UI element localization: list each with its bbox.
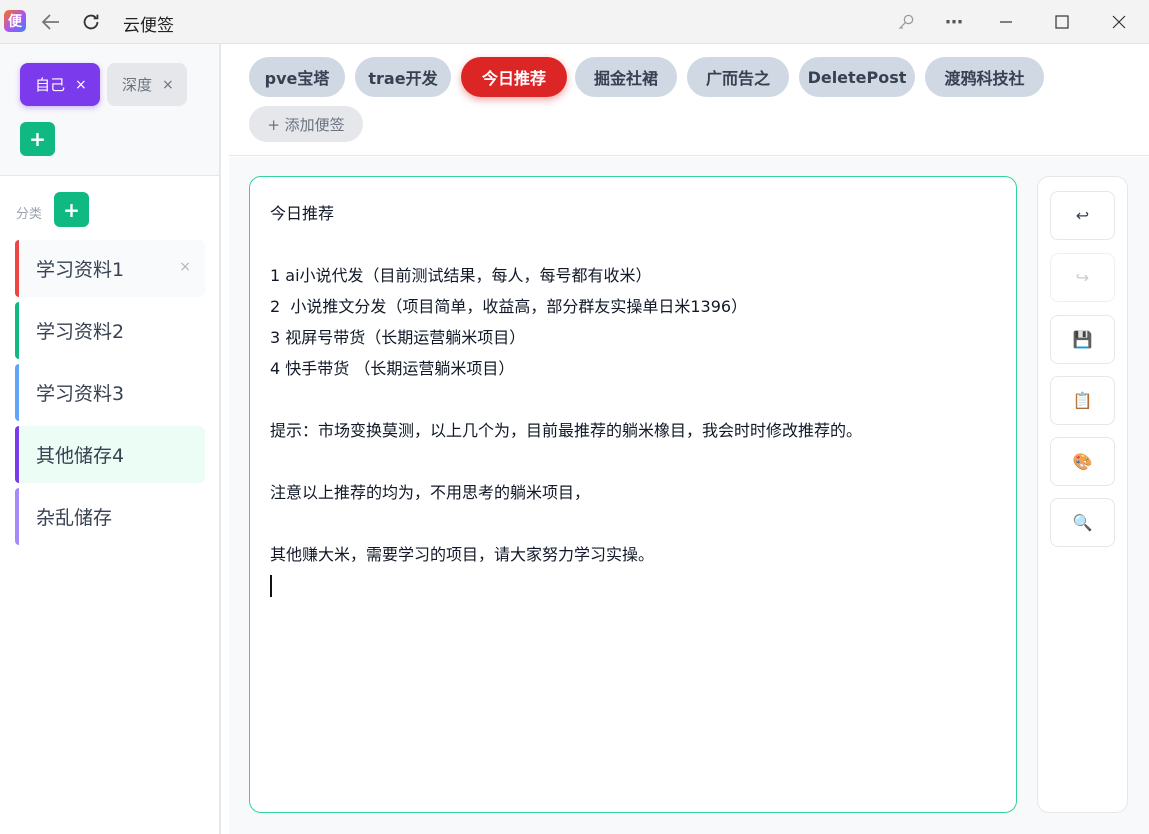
editor-toolbar: ↩ ↪ 💾 📋 🎨 🔍 xyxy=(1037,176,1128,813)
workspace-tab-self[interactable]: 自己 × xyxy=(20,63,100,106)
key-icon xyxy=(898,14,914,30)
category-color-bar xyxy=(15,302,19,359)
color-button[interactable]: 🎨 xyxy=(1050,437,1115,486)
note-editor[interactable]: 今日推荐 1 ai小说代发（目前测试结果，每人，每号都有收米） 2 小说推文分发（项… xyxy=(249,176,1017,813)
editor-line: 2 小说推文分发（项目简单，收益高，部分群友实操单日米1396） xyxy=(270,297,748,316)
workspace-tab-label: 深度 xyxy=(122,76,153,94)
note-tab-pve[interactable]: pve宝塔 xyxy=(249,57,345,97)
sidebar: 自己 × 深度 × + 分类 + 学习资料1 × 学习资料2 学习资料3 其他储… xyxy=(0,44,221,834)
title-bar: 便 云便签 ⋯ xyxy=(0,0,1149,44)
category-item-3[interactable]: 学习资料3 xyxy=(15,364,205,421)
palette-icon: 🎨 xyxy=(1072,452,1093,471)
note-tab-trae[interactable]: trae开发 xyxy=(355,57,451,97)
redo-button[interactable]: ↪ xyxy=(1050,253,1115,302)
arrow-left-icon xyxy=(41,14,59,30)
editor-line: 1 ai小说代发（目前测试结果，每人，每号都有收米） xyxy=(270,266,652,285)
more-icon: ⋯ xyxy=(945,11,963,33)
minimize-button[interactable] xyxy=(978,0,1034,44)
workspace-tab-deep[interactable]: 深度 × xyxy=(107,63,187,106)
note-tab-deletepost[interactable]: DeletePost xyxy=(799,57,915,97)
editor-line: 注意以上推荐的均为，不用思考的躺米项目， xyxy=(270,483,591,502)
editor-line: 4 快手带货 （长期运营躺米项目） xyxy=(270,359,515,378)
note-tabs-area: pve宝塔 trae开发 今日推荐 掘金社裙 广而告之 DeletePost 渡… xyxy=(229,44,1149,156)
category-label: 其他储存4 xyxy=(36,445,125,467)
category-label: 学习资料2 xyxy=(36,321,125,343)
category-color-bar xyxy=(15,240,19,297)
add-workspace-button[interactable]: + xyxy=(20,122,55,156)
category-item-2[interactable]: 学习资料2 xyxy=(15,302,205,359)
maximize-button[interactable] xyxy=(1034,0,1090,44)
maximize-icon xyxy=(1055,15,1069,29)
more-button[interactable]: ⋯ xyxy=(941,9,967,35)
close-window-button[interactable] xyxy=(1091,0,1147,44)
editor-line: 提示：市场变换莫测，以上几个为，目前最推荐的躺米橡目，我会时时修改推荐的。 xyxy=(270,421,863,440)
caret xyxy=(270,575,272,597)
category-color-bar xyxy=(15,426,19,483)
category-label: 杂乱储存 xyxy=(36,507,113,529)
workspace-area: 自己 × 深度 × + xyxy=(0,44,219,176)
category-label: 学习资料3 xyxy=(36,383,125,405)
back-button[interactable] xyxy=(38,9,64,35)
undo-button[interactable]: ↩ xyxy=(1050,191,1115,240)
search-icon: 🔍 xyxy=(1072,513,1093,532)
category-item-4-active[interactable]: 其他储存4 xyxy=(15,426,205,483)
editor-line: 今日推荐 xyxy=(270,204,335,223)
editor-line: 其他赚大米，需要学习的项目，请大家努力学习实操。 xyxy=(270,545,655,564)
category-item-5[interactable]: 杂乱储存 xyxy=(15,488,205,545)
window-title: 云便签 xyxy=(123,16,174,36)
workspace-close-icon[interactable]: × xyxy=(162,77,174,93)
add-category-button[interactable]: + xyxy=(54,192,89,227)
note-tab-juejin[interactable]: 掘金社裙 xyxy=(575,57,677,97)
editor-line: 3 视屏号带货（长期运营躺米项目） xyxy=(270,328,526,347)
app-logo: 便 xyxy=(4,10,26,32)
content-area: 今日推荐 1 ai小说代发（目前测试结果，每人，每号都有收米） 2 小说推文分发（项… xyxy=(229,157,1149,834)
undo-icon: ↩ xyxy=(1075,206,1090,225)
add-note-button[interactable]: + 添加便签 xyxy=(249,106,363,142)
note-tab-duya[interactable]: 渡鸦科技社 xyxy=(925,57,1044,97)
workspace-close-icon[interactable]: × xyxy=(75,77,87,93)
text-cursor xyxy=(270,575,996,606)
category-header: 分类 xyxy=(16,207,43,222)
clipboard-icon: 📋 xyxy=(1072,391,1093,410)
save-button[interactable]: 💾 xyxy=(1050,315,1115,364)
paste-button[interactable]: 📋 xyxy=(1050,376,1115,425)
redo-icon: ↪ xyxy=(1075,268,1090,287)
category-color-bar xyxy=(15,364,19,421)
close-icon xyxy=(1112,15,1126,29)
note-tab-today-recommend[interactable]: 今日推荐 xyxy=(461,57,567,97)
category-close-icon[interactable]: × xyxy=(179,259,191,275)
minimize-icon xyxy=(1000,21,1012,23)
category-label: 学习资料1 xyxy=(36,259,125,281)
category-item-1[interactable]: 学习资料1 × xyxy=(15,240,205,297)
note-tab-ads[interactable]: 广而告之 xyxy=(687,57,789,97)
category-color-bar xyxy=(15,488,19,545)
search-button[interactable]: 🔍 xyxy=(1050,498,1115,547)
key-button[interactable] xyxy=(893,9,919,35)
save-icon: 💾 xyxy=(1072,330,1093,349)
refresh-icon xyxy=(83,14,99,30)
refresh-button[interactable] xyxy=(78,9,104,35)
workspace-tab-label: 自己 xyxy=(35,76,66,94)
